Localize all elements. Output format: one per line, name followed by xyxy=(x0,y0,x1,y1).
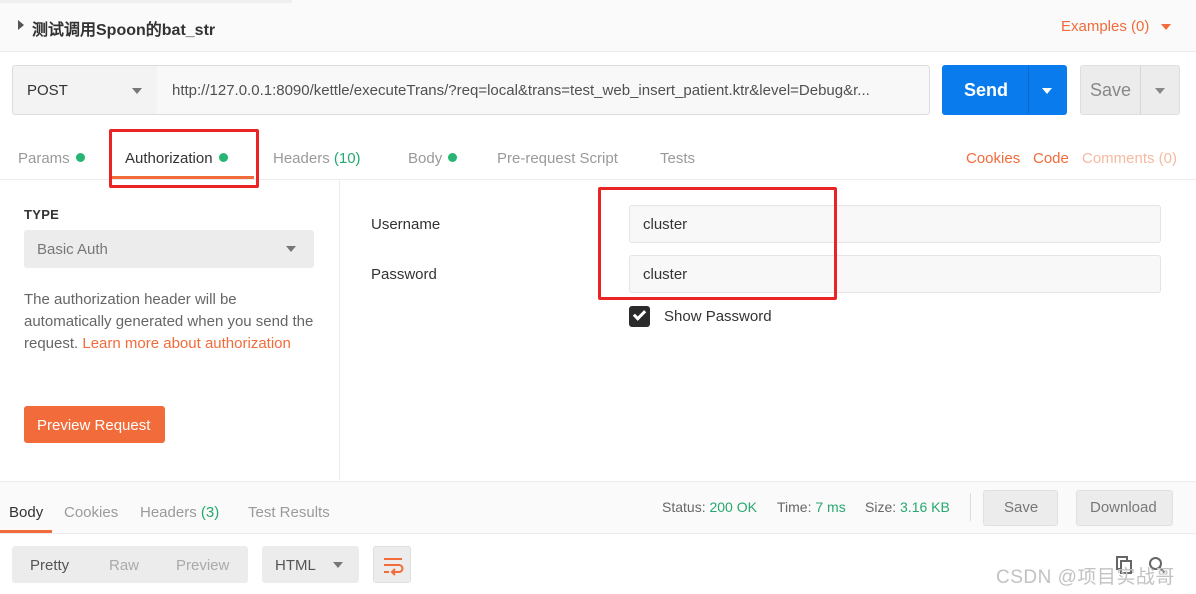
response-tab-cookies[interactable]: Cookies xyxy=(64,504,118,521)
tab-params[interactable]: Params xyxy=(18,150,85,167)
tab-tests[interactable]: Tests xyxy=(660,150,695,167)
chevron-down-icon[interactable] xyxy=(1161,24,1171,30)
comments-link[interactable]: Comments (0) xyxy=(1082,150,1177,167)
format-pretty[interactable]: Pretty xyxy=(30,557,69,574)
username-label: Username xyxy=(371,216,441,233)
highlight-box xyxy=(109,129,259,188)
wrap-lines-icon xyxy=(384,558,404,576)
send-divider xyxy=(1028,66,1029,114)
response-tab-body[interactable]: Body xyxy=(9,504,43,521)
send-options-icon[interactable] xyxy=(1042,88,1052,94)
highlight-box xyxy=(598,187,837,300)
status-readout: Status: 200 OK xyxy=(662,499,757,515)
learn-more-link[interactable]: Learn more about authorization xyxy=(82,335,290,352)
active-tab-indicator xyxy=(0,530,52,533)
save-options-icon[interactable] xyxy=(1155,88,1165,94)
cookies-link[interactable]: Cookies xyxy=(966,150,1020,167)
size-readout: Size: 3.16 KB xyxy=(865,499,950,515)
examples-dropdown[interactable]: Examples (0) xyxy=(1061,18,1149,35)
tab-body[interactable]: Body xyxy=(408,150,458,167)
watermark: CSDN @项目实战哥 xyxy=(996,567,1175,588)
response-tab-headers[interactable]: Headers (3) xyxy=(140,504,219,521)
chevron-down-icon[interactable] xyxy=(286,246,296,252)
format-raw[interactable]: Raw xyxy=(109,557,139,574)
chevron-down-icon[interactable] xyxy=(333,562,343,568)
tab-pre-request-script[interactable]: Pre-request Script xyxy=(497,150,618,167)
time-readout: Time: 7 ms xyxy=(777,499,846,515)
response-tab-test-results[interactable]: Test Results xyxy=(248,504,330,521)
preview-request-label[interactable]: Preview Request xyxy=(37,417,150,434)
password-label: Password xyxy=(371,266,437,283)
format-select-value[interactable]: HTML xyxy=(275,557,316,574)
tab-headers[interactable]: Headers (10) xyxy=(273,150,361,167)
download-label[interactable]: Download xyxy=(1090,499,1157,516)
send-label[interactable]: Send xyxy=(964,80,1008,101)
status-dot-icon xyxy=(75,153,85,162)
panel-divider xyxy=(339,180,340,480)
type-heading: TYPE xyxy=(24,207,60,222)
auth-type-value[interactable]: Basic Auth xyxy=(37,241,108,258)
status-dot-icon xyxy=(448,153,458,162)
request-name[interactable]: 测试调用Spoon的bat_str xyxy=(32,16,215,40)
save-label[interactable]: Save xyxy=(1090,80,1131,101)
checkmark-icon xyxy=(632,307,647,321)
show-password-label[interactable]: Show Password xyxy=(664,308,772,325)
expand-caret-icon[interactable] xyxy=(18,20,24,30)
method-label[interactable]: POST xyxy=(27,82,68,99)
code-link[interactable]: Code xyxy=(1033,150,1069,167)
divider xyxy=(970,493,971,521)
wrap-lines-button[interactable] xyxy=(373,546,411,583)
save-response-label[interactable]: Save xyxy=(1004,499,1038,516)
chevron-down-icon[interactable] xyxy=(132,88,142,94)
url-value[interactable]: http://127.0.0.1:8090/kettle/executeTran… xyxy=(172,82,914,99)
format-preview[interactable]: Preview xyxy=(176,557,229,574)
auth-description: The authorization header will be automat… xyxy=(24,291,314,352)
show-password-checkbox[interactable] xyxy=(629,306,650,327)
save-divider xyxy=(1140,66,1141,114)
